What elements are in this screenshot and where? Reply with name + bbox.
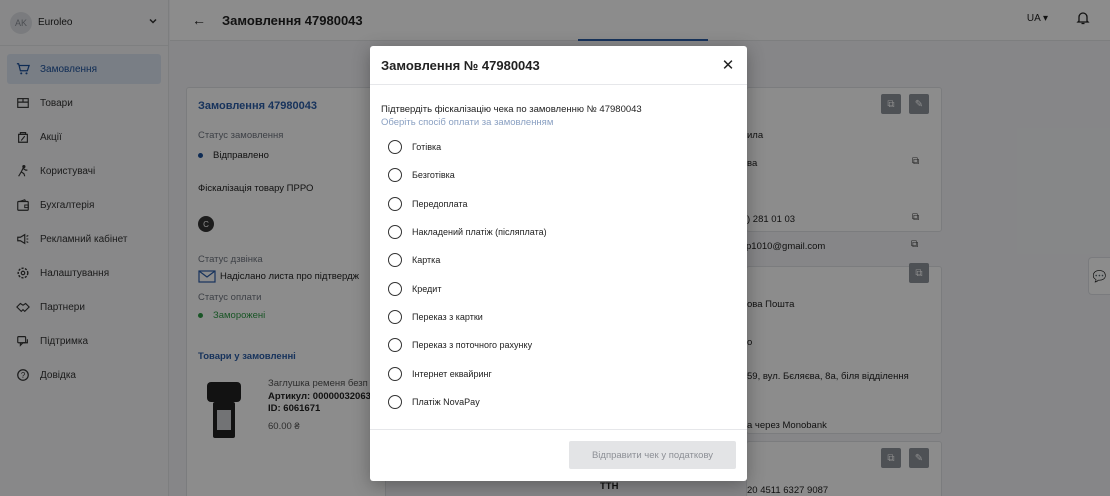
payment-option-cod[interactable]: Накладений платіж (післяплата) — [381, 218, 736, 246]
modal-footer: Відправити чек у податкову — [370, 429, 747, 481]
radio-button[interactable] — [388, 196, 402, 211]
payment-options: Готівка Безготівка Передоплата Накладени… — [381, 133, 736, 416]
payment-option-cash[interactable]: Готівка — [381, 133, 736, 161]
payment-hint: Оберіть спосіб оплати за замовленням — [381, 117, 554, 128]
fiscalization-modal: Замовлення № 47980043 ✕ Підтвердіть фіск… — [370, 46, 747, 481]
option-label: Переказ з поточного рахунку — [412, 340, 533, 351]
confirm-prompt: Підтвердіть фіскалізацію чека по замовле… — [381, 104, 642, 115]
payment-option-novapay[interactable]: Платіж NovaPay — [381, 388, 736, 416]
radio-button[interactable] — [388, 168, 402, 183]
radio-button[interactable] — [388, 140, 402, 155]
option-label: Безготівка — [412, 170, 455, 181]
modal-title: Замовлення № 47980043 — [381, 57, 540, 73]
option-label: Інтернет еквайринг — [412, 368, 492, 379]
option-label: Платіж NovaPay — [412, 396, 480, 407]
payment-option-acquiring[interactable]: Інтернет еквайринг — [381, 359, 736, 387]
option-label: Накладений платіж (післяплата) — [412, 227, 547, 238]
payment-option-card[interactable]: Картка — [381, 246, 736, 274]
radio-button[interactable] — [388, 366, 402, 381]
option-label: Переказ з картки — [412, 311, 483, 322]
payment-option-account-transfer[interactable]: Переказ з поточного рахунку — [381, 331, 736, 359]
option-label: Передоплата — [412, 198, 468, 209]
close-icon[interactable]: ✕ — [720, 56, 736, 74]
option-label: Готівка — [412, 142, 442, 153]
payment-option-cashless[interactable]: Безготівка — [381, 161, 736, 189]
radio-button[interactable] — [388, 253, 402, 268]
send-receipt-button[interactable]: Відправити чек у податкову — [569, 441, 736, 469]
option-label: Картка — [412, 255, 441, 266]
payment-option-card-transfer[interactable]: Переказ з картки — [381, 303, 736, 331]
radio-button[interactable] — [388, 281, 402, 296]
modal-header: Замовлення № 47980043 ✕ — [370, 46, 747, 85]
radio-button[interactable] — [388, 309, 402, 324]
modal-body: Підтвердіть фіскалізацію чека по замовле… — [370, 85, 747, 416]
radio-button[interactable] — [388, 338, 402, 353]
payment-option-prepayment[interactable]: Передоплата — [381, 190, 736, 218]
radio-button[interactable] — [388, 225, 402, 240]
payment-option-credit[interactable]: Кредит — [381, 274, 736, 302]
option-label: Кредит — [412, 283, 442, 294]
radio-button[interactable] — [388, 394, 402, 409]
